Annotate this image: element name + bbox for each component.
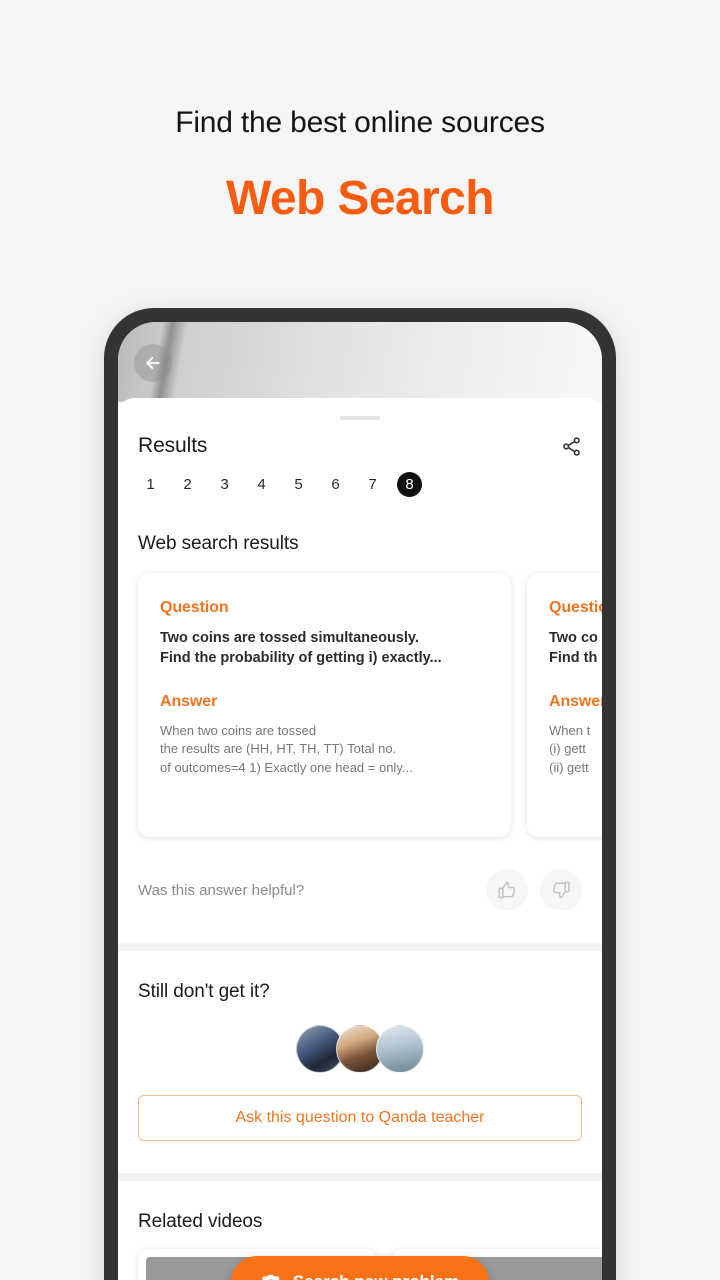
camera-icon xyxy=(261,1272,281,1280)
feedback-row: Was this answer helpful? xyxy=(118,837,602,911)
thumbs-down-icon xyxy=(551,880,571,900)
question-label: Question xyxy=(549,599,602,616)
search-new-problem-label: Search new problem xyxy=(293,1272,459,1280)
web-search-results-carousel[interactable]: Question Two coins are tossed simultaneo… xyxy=(118,555,602,837)
page-button-5[interactable]: 5 xyxy=(286,472,311,497)
search-new-problem-button[interactable]: Search new problem xyxy=(230,1256,490,1280)
results-header: Results xyxy=(118,420,602,458)
promo-header: Find the best online sources Web Search xyxy=(0,0,720,227)
results-pagination: 1 2 3 4 5 6 7 8 xyxy=(118,458,602,497)
question-label: Question xyxy=(160,599,229,616)
results-sheet: Results 1 2 3 4 5 6 7 8 Web search resul… xyxy=(118,398,602,1280)
page-button-3[interactable]: 3 xyxy=(212,472,237,497)
results-title: Results xyxy=(138,434,208,457)
web-search-results-label: Web search results xyxy=(138,533,299,554)
section-divider xyxy=(118,943,602,951)
phone-mockup: Results 1 2 3 4 5 6 7 8 Web search resul… xyxy=(104,308,616,1280)
answer-label: Answer xyxy=(549,692,602,710)
phone-screen: Results 1 2 3 4 5 6 7 8 Web search resul… xyxy=(118,322,602,1280)
thumbs-up-button[interactable] xyxy=(486,869,528,911)
page-button-2[interactable]: 2 xyxy=(175,472,200,497)
teacher-avatars xyxy=(118,1025,602,1073)
page-button-1[interactable]: 1 xyxy=(138,472,163,497)
still-dont-get-it-title: Still don't get it? xyxy=(138,981,270,1002)
back-button[interactable] xyxy=(134,344,172,382)
qa-card[interactable]: Question Two coins are tossed simultaneo… xyxy=(138,573,511,837)
ask-qanda-teacher-button[interactable]: Ask this question to Qanda teacher xyxy=(138,1095,582,1141)
back-arrow-icon xyxy=(143,353,163,373)
answer-label: Answer xyxy=(160,692,218,710)
qa-card[interactable]: Question Two co Find th Answer When t (i… xyxy=(527,573,602,837)
answer-text: When t (i) gett (ii) gett xyxy=(549,722,591,776)
page-button-8[interactable]: 8 xyxy=(397,472,422,497)
share-button[interactable] xyxy=(561,436,582,457)
promo-title: Web Search xyxy=(226,171,495,225)
thumbs-up-icon xyxy=(497,880,517,900)
thumbs-down-button[interactable] xyxy=(540,869,582,911)
answer-text: When two coins are tossed the results ar… xyxy=(160,722,413,776)
avatar xyxy=(376,1025,424,1073)
feedback-question: Was this answer helpful? xyxy=(138,881,305,899)
problem-photo xyxy=(118,322,602,402)
feedback-buttons xyxy=(486,869,582,911)
question-text: Two co Find th xyxy=(549,630,598,667)
promo-subtitle: Find the best online sources xyxy=(175,106,545,139)
page-button-7[interactable]: 7 xyxy=(360,472,385,497)
page-button-6[interactable]: 6 xyxy=(323,472,348,497)
section-divider xyxy=(118,1173,602,1181)
related-videos-title: Related videos xyxy=(138,1211,263,1232)
question-text: Two coins are tossed simultaneously. Fin… xyxy=(160,630,442,667)
share-icon xyxy=(561,436,582,457)
page-button-4[interactable]: 4 xyxy=(249,472,274,497)
